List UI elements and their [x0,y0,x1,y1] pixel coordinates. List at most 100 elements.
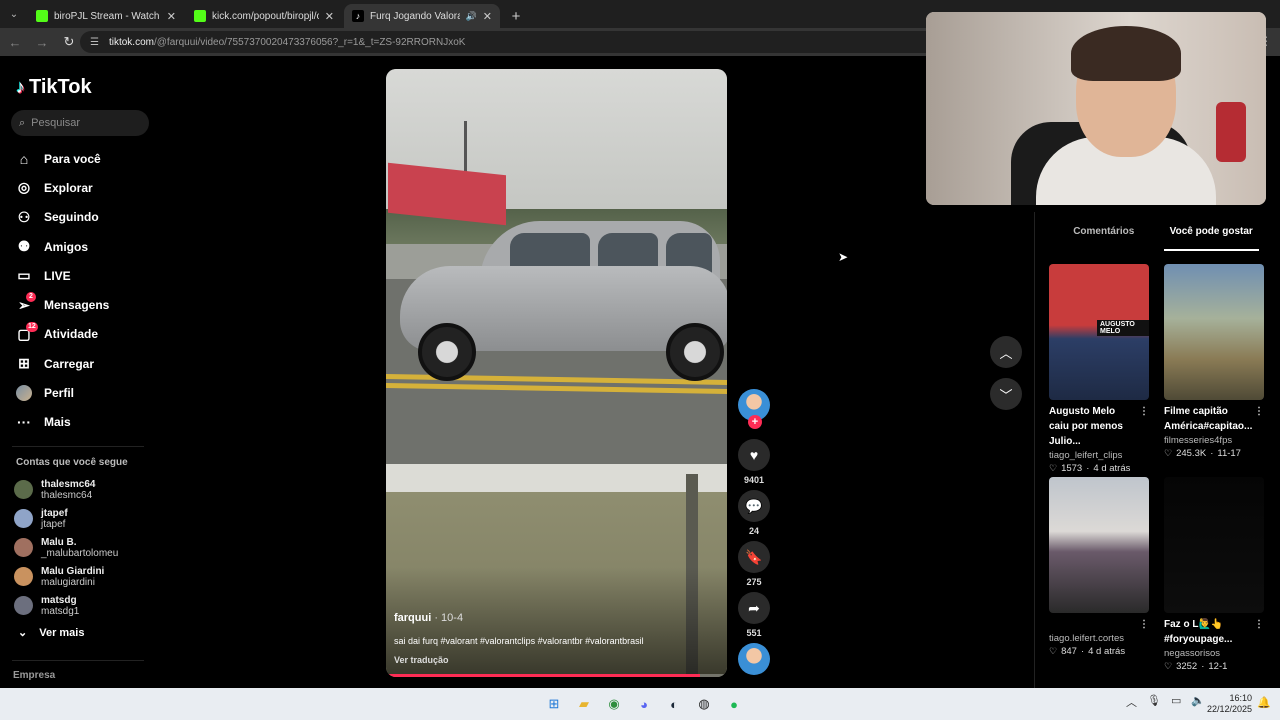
avatar [14,567,33,586]
tiktok-logo[interactable]: ♪ TikTok [16,76,92,99]
more-options-icon[interactable]: ⋮ [1139,404,1149,419]
steam-icon[interactable]: ◐ [662,692,686,716]
company-link[interactable]: Empresa [13,670,55,681]
discord-icon[interactable]: ◕ [632,692,656,716]
comment-button[interactable]: 💬 [738,490,770,522]
more-icon: ··· [17,414,31,431]
video-thumbnail[interactable] [1049,477,1149,613]
forward-button[interactable]: → [30,30,54,54]
browser-tab-kick-stream[interactable]: biroPJL Stream - Watch Live on ✕ [28,4,184,28]
network-icon[interactable]: ▭ [1171,694,1181,710]
close-tab-icon[interactable]: ✕ [325,10,334,23]
video-thumbnail[interactable]: AUGUSTO MELO [1049,264,1149,400]
recommended-video-card[interactable]: Faz o L🙋‍♂️👆 #foryoupage... ⋮ negassorisos… [1164,477,1264,672]
recommended-video-card[interactable]: Filme capitão América#capitao... ⋮ filmess… [1164,264,1264,459]
sidebar-item-atividade[interactable]: ▢ 12 Atividade [16,320,146,349]
reload-button[interactable]: ↻ [57,30,81,54]
chrome-icon[interactable]: ◉ [602,692,626,716]
video-author[interactable]: tiago.leifert.cortes [1049,633,1149,644]
video-thumbnail[interactable] [1164,477,1264,613]
like-count: 3252 [1176,661,1198,672]
like-button[interactable]: ♥ [738,439,770,471]
followed-account[interactable]: matsdg matsdg1 [14,591,118,620]
video-author[interactable]: negassorisos [1164,648,1264,659]
show-hidden-icons-icon[interactable]: ︿ [1126,694,1137,710]
address-bar[interactable]: ☰ tiktok.com /@farquui/video/75573700204… [80,31,940,53]
sidebar-item-carregar[interactable]: ⊞ Carregar [16,349,146,378]
notification-icon[interactable]: 🔔 [1257,696,1271,709]
follow-plus-icon[interactable]: + [748,415,762,429]
back-button[interactable]: ← [3,30,27,54]
share-count: 551 [746,628,762,638]
creator-avatar[interactable]: + [738,389,770,429]
obs-icon[interactable]: ◍ [692,692,716,716]
tab-you-may-like[interactable]: Você pode gostar [1158,226,1266,251]
next-video-button[interactable]: ﹀ [990,378,1022,410]
video-title[interactable]: Filme capitão América#capitao... ⋮ [1164,404,1264,434]
more-options-icon[interactable]: ⋮ [1254,617,1264,632]
video-player[interactable]: farquui · 10-4 sai dai furq #valorant #v… [386,69,727,677]
see-translation-button[interactable]: Ver tradução [394,655,449,665]
webcam-christmas-stocking [1216,102,1246,162]
followed-account[interactable]: jtapef jtapef [14,504,118,533]
following-list: thalesmc64 thalesmc64 jtapef jtapef Malu B. _… [14,475,118,620]
account-display-name: thalesmc64 [41,478,96,490]
video-author[interactable]: filmesseries4fps [1164,435,1264,446]
sidebar-item-para-voc-[interactable]: ⌂ Para você [16,144,146,173]
see-more-label: Ver mais [39,626,85,639]
chevron-down-icon: ⌄ [18,627,28,639]
divider [12,446,144,447]
video-title[interactable]: Augusto Melo caiu por menos Julio... ⋮ [1049,404,1149,449]
spotify-icon[interactable]: ● [722,692,746,716]
sidebar-item-explorar[interactable]: ◎ Explorar [16,173,146,202]
followed-account[interactable]: thalesmc64 thalesmc64 [14,475,118,504]
sidebar-item-live[interactable]: ▭ LIVE [16,261,146,290]
video-title[interactable]: Faz o L🙋‍♂️👆 #foryoupage... ⋮ [1164,617,1264,647]
following-section-title: Contas que você segue [16,457,128,468]
file-explorer-icon[interactable]: ▰ [572,692,596,716]
recommended-video-card[interactable]: ⋮ tiago.leifert.cortes ♡ 847 · 4 d atrás [1049,477,1149,657]
separator: · [1080,646,1085,657]
taskbar-clock[interactable]: 16:10 22/12/2025 [1206,693,1252,715]
windows-start-icon[interactable]: ⊞ [542,692,566,716]
video-author[interactable]: tiago_leifert_clips [1049,450,1149,461]
tab-comments[interactable]: Comentários [1050,226,1158,246]
webcam-person-hair [1071,26,1181,81]
see-more-button[interactable]: ⌄ Ver mais [18,626,85,640]
tab-audio-icon[interactable]: 🔊 [466,11,477,22]
sidebar-item-mais[interactable]: ··· Mais [16,408,146,437]
sound-disc-avatar[interactable] [738,643,770,675]
browser-tab-kick-chat[interactable]: kick.com/popout/biropjl/chat ✕ [186,4,342,28]
followed-account[interactable]: Malu Giardini malugiardini [14,562,118,591]
previous-video-button[interactable]: ︿ [990,336,1022,368]
sidebar-item-amigos[interactable]: ⚉ Amigos [16,232,146,261]
search-box[interactable]: ⌕ [11,110,149,136]
tab-search-icon[interactable]: ⌄ [0,0,28,28]
account-handle: jtapef [41,518,66,530]
sidebar-item-seguindo[interactable]: ⚇ Seguindo [16,203,146,232]
site-info-icon[interactable]: ☰ [90,37,99,48]
video-title[interactable]: ⋮ [1049,617,1149,632]
more-options-icon[interactable]: ⋮ [1139,617,1149,632]
microphone-icon[interactable]: 🎙 [1147,694,1161,710]
recommended-video-card[interactable]: AUGUSTO MELO Augusto Melo caiu por menos … [1049,264,1149,474]
sidebar-item-perfil[interactable]: Perfil [16,378,146,407]
heart-icon: ♥ [749,447,759,463]
tiktok-logo-icon: ♪ [16,77,25,97]
sidebar-item-mensagens[interactable]: ➢ 2 Mensagens [16,290,146,319]
volume-icon[interactable]: 🔈 [1191,694,1205,710]
close-tab-icon[interactable]: ✕ [483,10,492,23]
account-names: Malu Giardini malugiardini [41,566,104,588]
close-tab-icon[interactable]: ✕ [167,10,176,23]
video-age: 4 d atrás [1088,646,1126,657]
save-button[interactable]: 🔖 [738,541,770,573]
video-author[interactable]: farquui · 10-4 [394,612,463,624]
video-progress-bar[interactable] [386,674,727,677]
share-button[interactable]: ➦ [738,592,770,624]
followed-account[interactable]: Malu B. _malubartolomeu [14,533,118,562]
search-input[interactable] [31,117,132,129]
video-thumbnail[interactable] [1164,264,1264,400]
new-tab-button[interactable]: + [504,4,528,28]
browser-tab-tiktok[interactable]: ♪ Furq Jogando Valorant no 🔊 ✕ [344,4,500,28]
more-options-icon[interactable]: ⋮ [1254,404,1264,419]
